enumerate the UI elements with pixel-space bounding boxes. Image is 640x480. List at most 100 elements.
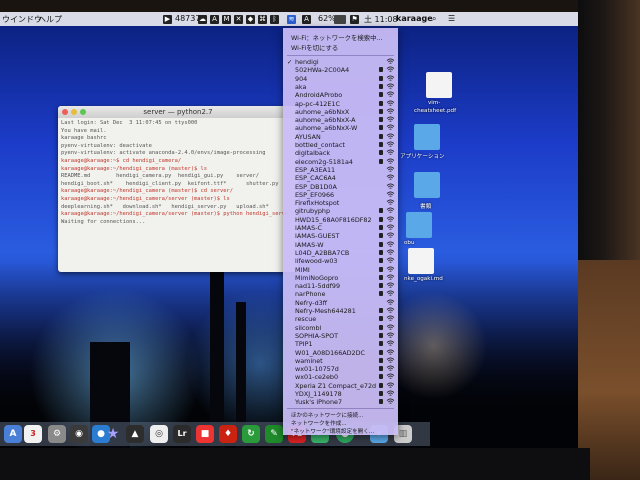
- flag-icon[interactable]: ⚑: [350, 15, 359, 24]
- wifi-network-item[interactable]: AYUSAN: [295, 133, 395, 141]
- spotlight-icon[interactable]: ⌕: [432, 14, 436, 24]
- tools-icon[interactable]: ✕: [234, 15, 243, 24]
- wifi-network-item[interactable]: Nefry-Mesh644281: [295, 307, 395, 315]
- status-m-icon[interactable]: M: [222, 15, 231, 24]
- wifi-network-item[interactable]: aka: [295, 83, 395, 91]
- drop-app-icon[interactable]: ♦: [219, 425, 237, 443]
- wifi-network-item[interactable]: IAMAS-GUEST: [295, 232, 395, 240]
- battery-icon[interactable]: [334, 15, 346, 24]
- wifi-network-item[interactable]: MIMI: [295, 266, 395, 274]
- cloud-icon[interactable]: ☁: [198, 15, 207, 24]
- wifi-network-item[interactable]: Xperia Z1 Compact_e72d: [295, 382, 395, 390]
- dropbox-icon[interactable]: ◆: [246, 15, 255, 24]
- wifi-signal-icon: [386, 382, 395, 388]
- bluetooth-icon[interactable]: ᛒ: [270, 15, 279, 24]
- wifi-network-item[interactable]: 904: [295, 75, 395, 83]
- wifi-network-item[interactable]: elecom2g-5181a4: [295, 158, 395, 166]
- terminal-titlebar[interactable]: server — python2.7: [58, 106, 298, 118]
- wifi-signal-icon: [386, 216, 395, 222]
- wifi-network-name: AndroidAProbo: [295, 91, 343, 100]
- create-network[interactable]: ネットワークを作成...: [291, 419, 347, 427]
- appstore-icon[interactable]: A: [4, 425, 22, 443]
- chrome-icon[interactable]: ◎: [150, 425, 168, 443]
- app-icon[interactable]: ▲: [126, 425, 144, 443]
- wifi-network-item[interactable]: Yusk's iPhone7: [295, 398, 395, 406]
- wifi-network-item[interactable]: ap-pc-412E1C: [295, 100, 395, 108]
- wifi-network-item[interactable]: ESP_CAC6A4: [295, 174, 395, 182]
- open-network-preferences[interactable]: "ネットワーク"環境設定を開く...: [291, 427, 374, 435]
- wifi-network-item[interactable]: wx01-ce2eb0: [295, 373, 395, 381]
- wifi-network-item[interactable]: 502HWa-2C00A4: [295, 66, 395, 74]
- wifi-network-item[interactable]: MimiNoGopro: [295, 274, 395, 282]
- lock-icon: [379, 108, 383, 114]
- quicktime-icon[interactable]: ◉: [70, 425, 88, 443]
- keyboard-icon[interactable]: ⌘: [258, 15, 267, 24]
- wifi-signal-icon: [386, 299, 395, 305]
- close-button[interactable]: [62, 109, 68, 115]
- wifi-network-item[interactable]: narPhone: [295, 290, 395, 298]
- status-app-icon[interactable]: ▶: [163, 15, 172, 24]
- user-name[interactable]: karaage: [396, 14, 433, 23]
- wifi-network-item[interactable]: gitrubyphp: [295, 207, 395, 215]
- monitor-bezel-bottom: [0, 448, 590, 480]
- wifi-network-item[interactable]: AndroidAProbo: [295, 91, 395, 99]
- minimize-button[interactable]: [71, 109, 77, 115]
- wifi-network-item[interactable]: W01_A08D166AD2DC: [295, 349, 395, 357]
- calendar-icon[interactable]: 3: [24, 425, 42, 443]
- status-a-icon[interactable]: A: [210, 15, 219, 24]
- wifi-network-item[interactable]: auhome_a6bNxX-A: [295, 116, 395, 124]
- wifi-network-item[interactable]: digitalback: [295, 149, 395, 157]
- input-source-icon[interactable]: A: [302, 15, 311, 24]
- wifi-network-item[interactable]: silcombl: [295, 324, 395, 332]
- markdown-file-icon[interactable]: [408, 248, 434, 274]
- terminal-output[interactable]: Last login: Sat Dec 3 11:07:45 on ttys00…: [58, 118, 298, 228]
- wifi-network-item[interactable]: waminet: [295, 357, 395, 365]
- wifi-network-item[interactable]: wx01-10757d: [295, 365, 395, 373]
- wifi-network-item[interactable]: ESP_A3EA11: [295, 166, 395, 174]
- star-app-icon[interactable]: ★: [104, 425, 122, 443]
- zoom-button[interactable]: [80, 109, 86, 115]
- wifi-network-item[interactable]: bottled_contact: [295, 141, 395, 149]
- documents-folder-icon[interactable]: [414, 172, 440, 198]
- desktop-file-label: cheatsheet.pdf: [414, 108, 457, 114]
- wifi-network-item[interactable]: IAMAS-W: [295, 241, 395, 249]
- applications-folder-icon[interactable]: [414, 124, 440, 150]
- wifi-network-item[interactable]: nad11-5ddf99: [295, 282, 395, 290]
- folder-icon[interactable]: [406, 212, 432, 238]
- wifi-toggle[interactable]: Wi-Fiを切にする: [291, 43, 338, 52]
- terminal-window[interactable]: server — python2.7 Last login: Sat Dec 3…: [58, 106, 298, 272]
- wifi-network-item[interactable]: ESP_EF0966: [295, 191, 395, 199]
- join-other-network[interactable]: ほかのネットワークに接続...: [291, 411, 363, 419]
- wifi-network-name: auhome_a6bNxX-A: [295, 116, 356, 125]
- wifi-signal-icon: [386, 83, 395, 89]
- wifi-network-item[interactable]: lifewood-w03: [295, 257, 395, 265]
- preferences-icon[interactable]: ⚙: [48, 425, 66, 443]
- terminal-line: deeplearning.sh* download.sh* hendigi_se…: [61, 203, 269, 210]
- wifi-network-item[interactable]: TPIP1: [295, 340, 395, 348]
- evernote-icon[interactable]: ✎: [265, 425, 283, 443]
- wifi-network-item[interactable]: L04D_A2BBA7CB: [295, 249, 395, 257]
- lightroom-icon[interactable]: Lr: [173, 425, 191, 443]
- wifi-network-item[interactable]: HWD15_68A0F816DF82: [295, 216, 395, 224]
- bookmark-app-icon[interactable]: ■: [196, 425, 214, 443]
- wifi-network-item[interactable]: FireflxHotspot: [295, 199, 395, 207]
- wifi-network-item[interactable]: auhome_a6bNxX: [295, 108, 395, 116]
- wifi-icon[interactable]: ≋: [287, 15, 296, 24]
- refresh-app-icon[interactable]: ↻: [242, 425, 260, 443]
- wifi-network-item[interactable]: YDXJ_1149178: [295, 390, 395, 398]
- notification-center-icon[interactable]: ☰: [448, 14, 455, 23]
- wifi-network-item[interactable]: ESP_DB1D0A: [295, 183, 395, 191]
- wifi-network-item[interactable]: rescue: [295, 315, 395, 323]
- menu-window[interactable]: ウインドウ: [2, 14, 42, 25]
- wifi-network-name: Yusk's iPhone7: [295, 398, 343, 407]
- wifi-network-item[interactable]: Nefry-d3ff: [295, 299, 395, 307]
- wifi-network-item[interactable]: IAMAS-C: [295, 224, 395, 232]
- wifi-network-item[interactable]: auhome_a6bNxX-W: [295, 124, 395, 132]
- pdf-file-icon[interactable]: [426, 72, 452, 98]
- wifi-network-item[interactable]: SOPHIA-SPOT: [295, 332, 395, 340]
- clock[interactable]: 土 11:08: [364, 14, 398, 25]
- wifi-network-name: HWD15_68A0F816DF82: [295, 215, 372, 224]
- menu-help[interactable]: ヘルプ: [38, 14, 62, 25]
- lock-icon: [379, 341, 383, 347]
- wifi-network-item[interactable]: ✓ hendigi: [287, 58, 395, 66]
